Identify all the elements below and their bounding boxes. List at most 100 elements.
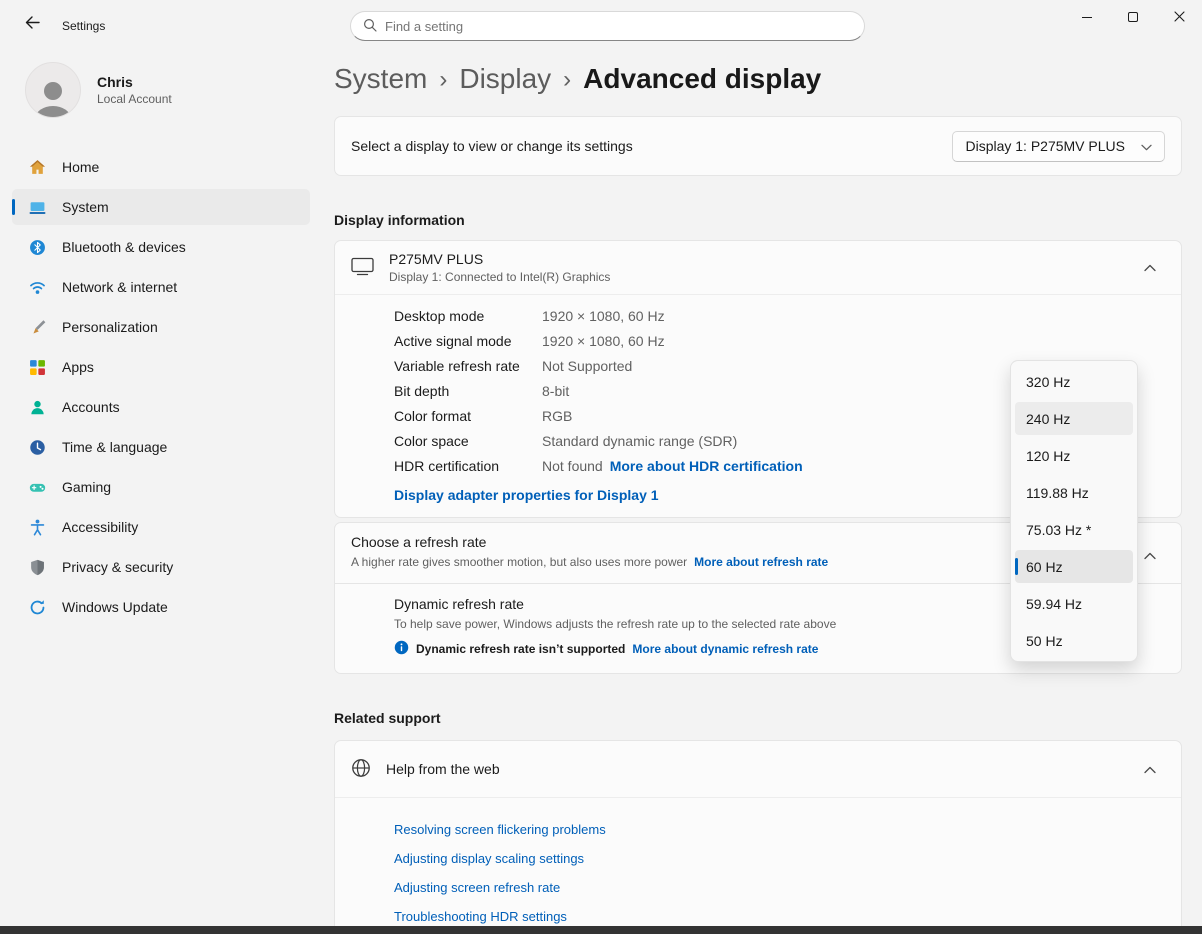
monitor-icon [351, 256, 374, 279]
sidebar-item-accessibility[interactable]: Accessibility [12, 509, 310, 545]
detail-row-active-signal-mode: Active signal mode 1920 × 1080, 60 Hz [394, 328, 1165, 353]
chevron-up-icon [1144, 762, 1156, 777]
windows-update-icon [28, 598, 46, 616]
refresh-rate-subtitle: A higher rate gives smoother motion, but… [351, 555, 687, 569]
refresh-rate-option[interactable]: 50 Hz [1015, 624, 1133, 657]
help-link-flickering[interactable]: Resolving screen flickering problems [394, 822, 1165, 837]
display-selector-card: Select a display to view or change its s… [334, 116, 1182, 176]
network-icon [28, 278, 46, 296]
sidebar-item-apps[interactable]: Apps [12, 349, 310, 385]
more-about-dynamic-refresh-rate-link[interactable]: More about dynamic refresh rate [632, 642, 818, 656]
display-information-header: P275MV PLUS Display 1: Connected to Inte… [335, 241, 1181, 294]
monitor-name: P275MV PLUS [389, 251, 610, 267]
sidebar: Chris Local Account Home System Bluetoot… [0, 48, 322, 934]
personalization-icon [28, 318, 46, 336]
avatar [25, 62, 81, 118]
refresh-rate-option[interactable]: 59.94 Hz [1015, 587, 1133, 620]
chevron-up-icon [1144, 548, 1156, 563]
sidebar-item-privacy-security[interactable]: Privacy & security [12, 549, 310, 585]
more-about-refresh-rate-link[interactable]: More about refresh rate [694, 555, 828, 569]
sidebar-item-home[interactable]: Home [12, 149, 310, 185]
back-arrow-icon [25, 16, 40, 32]
sidebar-item-personalization[interactable]: Personalization [12, 309, 310, 345]
refresh-rate-option[interactable]: 119.88 Hz [1015, 476, 1133, 509]
profile-name: Chris [97, 74, 172, 90]
sidebar-item-label: Gaming [62, 479, 111, 495]
related-support-heading: Related support [334, 710, 1182, 726]
detail-value: RGB [542, 408, 572, 424]
taskbar-edge [0, 926, 1202, 934]
window-controls [1064, 0, 1202, 34]
help-link-refresh-rate[interactable]: Adjusting screen refresh rate [394, 880, 1165, 895]
display-information-heading: Display information [334, 212, 1182, 228]
dynamic-refresh-rate-status-text: Dynamic refresh rate isn’t supported [416, 642, 625, 656]
detail-label: Bit depth [394, 383, 542, 399]
sidebar-item-system[interactable]: System [12, 189, 310, 225]
accessibility-icon [28, 518, 46, 536]
sidebar-item-bluetooth-devices[interactable]: Bluetooth & devices [12, 229, 310, 265]
close-button[interactable] [1156, 0, 1202, 34]
back-button[interactable] [14, 8, 50, 40]
profile-account-type: Local Account [97, 92, 172, 106]
help-link-hdr[interactable]: Troubleshooting HDR settings [394, 909, 1165, 924]
refresh-rate-option[interactable]: 240 Hz [1015, 402, 1133, 435]
system-icon [28, 198, 46, 216]
user-profile[interactable]: Chris Local Account [25, 62, 172, 118]
detail-label: Desktop mode [394, 308, 542, 324]
sidebar-item-label: Time & language [62, 439, 167, 455]
refresh-rate-collapse-button[interactable] [1135, 540, 1165, 570]
maximize-button[interactable] [1110, 0, 1156, 34]
detail-value: Not found [542, 458, 603, 474]
breadcrumb-display[interactable]: Display [459, 63, 551, 95]
maximize-icon [1128, 12, 1138, 22]
bluetooth-icon [28, 238, 46, 256]
hdr-certification-link[interactable]: More about HDR certification [610, 458, 803, 474]
minimize-button[interactable] [1064, 0, 1110, 34]
refresh-rate-option-selected[interactable]: 60 Hz [1015, 550, 1133, 583]
sidebar-item-accounts[interactable]: Accounts [12, 389, 310, 425]
refresh-rate-option[interactable]: 320 Hz [1015, 365, 1133, 398]
display-selector-combobox[interactable]: Display 1: P275MV PLUS [952, 131, 1165, 162]
breadcrumb-separator-icon: › [563, 64, 571, 94]
app-title: Settings [62, 19, 105, 33]
minimize-icon [1082, 17, 1092, 18]
sidebar-nav: Home System Bluetooth & devices Network … [0, 145, 322, 625]
sidebar-item-gaming[interactable]: Gaming [12, 469, 310, 505]
sidebar-item-label: Accessibility [62, 519, 138, 535]
sidebar-item-time-language[interactable]: Time & language [12, 429, 310, 465]
settings-window: Settings Chris Local Account [0, 0, 1202, 934]
sidebar-item-label: Apps [62, 359, 94, 375]
search-input[interactable] [385, 19, 852, 34]
detail-value: 1920 × 1080, 60 Hz [542, 308, 665, 324]
detail-label: Color format [394, 408, 542, 424]
search-box [350, 11, 865, 41]
sidebar-item-label: Home [62, 159, 99, 175]
display-adapter-properties-link[interactable]: Display adapter properties for Display 1 [394, 487, 659, 503]
detail-label: Color space [394, 433, 542, 449]
display-selector-label: Select a display to view or change its s… [351, 138, 633, 154]
refresh-rate-option[interactable]: 120 Hz [1015, 439, 1133, 472]
sidebar-item-label: System [62, 199, 109, 215]
refresh-rate-title: Choose a refresh rate [351, 534, 828, 550]
search-icon [363, 18, 377, 35]
detail-value: Not Supported [542, 358, 632, 374]
refresh-rate-option[interactable]: 75.03 Hz * [1015, 513, 1133, 546]
help-from-web-collapse-button[interactable] [1135, 754, 1165, 784]
sidebar-item-label: Privacy & security [62, 559, 173, 575]
detail-value: 1920 × 1080, 60 Hz [542, 333, 665, 349]
accounts-icon [28, 398, 46, 416]
chevron-down-icon [1141, 138, 1152, 154]
breadcrumb-system[interactable]: System [334, 63, 427, 95]
sidebar-item-network-internet[interactable]: Network & internet [12, 269, 310, 305]
sidebar-item-label: Accounts [62, 399, 120, 415]
sidebar-item-label: Personalization [62, 319, 158, 335]
help-from-web-header: Help from the web [335, 741, 1181, 797]
help-link-scaling[interactable]: Adjusting display scaling settings [394, 851, 1165, 866]
close-icon [1174, 10, 1185, 25]
detail-label: HDR certification [394, 458, 542, 474]
display-information-collapse-button[interactable] [1135, 253, 1165, 283]
sidebar-item-windows-update[interactable]: Windows Update [12, 589, 310, 625]
help-from-web-card: Help from the web Resolving screen flick… [334, 740, 1182, 934]
detail-label: Variable refresh rate [394, 358, 542, 374]
home-icon [28, 158, 46, 176]
